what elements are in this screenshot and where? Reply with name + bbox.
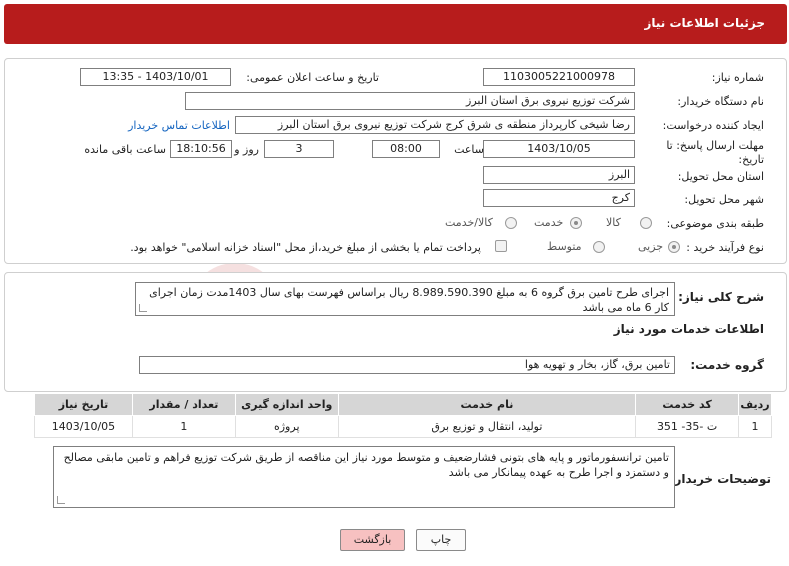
province-field: البرز xyxy=(483,166,635,184)
category-option-goods-label: کالا xyxy=(606,216,621,229)
services-table: ردیف کد خدمت نام خدمت واحد اندازه گیری ت… xyxy=(34,393,772,438)
summary-text: اجرای طرح تامین برق گروه 6 به مبلغ 8.989… xyxy=(135,282,675,316)
cell-unit: پروژه xyxy=(234,415,339,438)
city-label: شهر محل تحویل: xyxy=(684,193,764,206)
resize-grip-icon[interactable] xyxy=(139,304,147,312)
need-number-field: 1103005221000978 xyxy=(483,68,635,86)
buyer-org-field: شرکت توزیع نیروی برق استان البرز xyxy=(185,92,635,110)
col-need-date: تاریخ نیاز xyxy=(34,393,133,416)
announce-datetime-label: تاریخ و ساعت اعلان عمومی: xyxy=(246,71,379,84)
cell-row-number: 1 xyxy=(738,415,772,438)
treasury-payment-note: پرداخت تمام یا بخشی از مبلغ خرید،از محل … xyxy=(130,241,481,254)
category-option-goods-service-radio[interactable] xyxy=(505,217,517,229)
services-table-header-row: ردیف کد خدمت نام خدمت واحد اندازه گیری ت… xyxy=(34,393,772,416)
category-option-service-radio[interactable] xyxy=(570,217,582,229)
summary-label: شرح کلی نیاز: xyxy=(678,290,764,304)
requester-label: ایجاد کننده درخواست: xyxy=(662,119,764,132)
category-option-goods-service-label: کالا/خدمت xyxy=(445,216,493,229)
back-button[interactable]: بازگشت xyxy=(340,529,405,551)
remaining-time-label: ساعت باقی مانده xyxy=(84,143,166,156)
deadline-label-line1: مهلت ارسال پاسخ: تا xyxy=(666,139,764,152)
treasury-payment-checkbox[interactable] xyxy=(495,240,507,252)
cell-need-date: 1403/10/05 xyxy=(34,415,133,438)
buyer-notes-content: تامین ترانسفورماتور و پایه های بتونی فشا… xyxy=(63,451,669,479)
cell-service-code: ت -35- 351 xyxy=(635,415,740,438)
services-section-title: اطلاعات خدمات مورد نیاز xyxy=(613,322,764,336)
days-label: روز و xyxy=(234,143,259,156)
remaining-days-field: 3 xyxy=(264,140,334,158)
col-row-number: ردیف xyxy=(738,393,772,416)
city-field: کرج xyxy=(483,189,635,207)
province-label: استان محل تحویل: xyxy=(677,170,764,183)
deadline-time-label: ساعت xyxy=(454,143,484,156)
service-group-label: گروه خدمت: xyxy=(690,358,764,372)
announce-datetime-field: 1403/10/01 - 13:35 xyxy=(80,68,231,86)
requester-field: رضا شیخی کارپرداز منطقه ی شرق کرج شرکت ت… xyxy=(235,116,635,134)
buyer-org-label: نام دستگاه خریدار: xyxy=(677,95,764,108)
category-option-goods-radio[interactable] xyxy=(640,217,652,229)
purchase-type-label: نوع فرآیند خرید : xyxy=(686,241,764,254)
table-row: 1 ت -35- 351 تولید، انتقال و توزیع برق پ… xyxy=(34,415,772,438)
service-group-field: تامین برق، گاز، بخار و تهویه هوا xyxy=(139,356,675,374)
purchase-type-medium-label: متوسط xyxy=(547,240,582,253)
page-header: جزئیات اطلاعات نیاز xyxy=(4,4,787,44)
col-quantity: تعداد / مقدار xyxy=(131,393,236,416)
buyer-notes-text: تامین ترانسفورماتور و پایه های بتونی فشا… xyxy=(53,446,675,508)
purchase-type-partial-label: جزیی xyxy=(638,240,664,253)
deadline-label-line2: تاریخ: xyxy=(738,153,764,166)
purchase-type-partial-radio[interactable] xyxy=(668,241,680,253)
buyer-notes-label: توضیحات خریدار: xyxy=(669,472,771,486)
deadline-date-field: 1403/10/05 xyxy=(483,140,635,158)
category-option-service-label: خدمت xyxy=(534,216,564,229)
deadline-time-field: 08:00 xyxy=(372,140,440,158)
cell-service-name: تولید، انتقال و توزیع برق xyxy=(337,415,637,438)
need-number-label: شماره نیاز: xyxy=(711,71,764,84)
col-service-name: نام خدمت xyxy=(337,393,637,416)
resize-grip-icon[interactable] xyxy=(57,496,65,504)
cell-quantity: 1 xyxy=(131,415,236,438)
category-label: طبقه بندی موضوعی: xyxy=(666,217,764,230)
purchase-type-medium-radio[interactable] xyxy=(593,241,605,253)
col-service-code: کد خدمت xyxy=(635,393,740,416)
buyer-contact-link[interactable]: اطلاعات تماس خریدار xyxy=(128,119,230,132)
print-button[interactable]: چاپ xyxy=(416,529,466,551)
col-unit: واحد اندازه گیری xyxy=(234,393,339,416)
remaining-time-field: 18:10:56 xyxy=(170,140,232,158)
summary-text-content: اجرای طرح تامین برق گروه 6 به مبلغ 8.989… xyxy=(149,286,669,314)
need-details-panel xyxy=(4,58,787,264)
page-title: جزئیات اطلاعات نیاز xyxy=(644,16,765,30)
